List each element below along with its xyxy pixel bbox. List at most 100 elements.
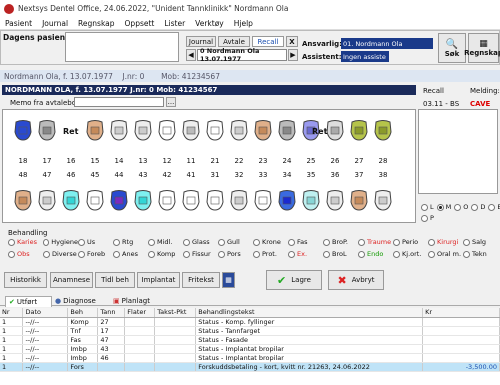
tab-utfort[interactable]: ✔ Utført bbox=[5, 296, 52, 307]
anamnese-button[interactable]: Anamnese bbox=[50, 272, 93, 288]
column-header[interactable]: Kr bbox=[422, 308, 500, 318]
behandling-option[interactable]: BroL bbox=[323, 250, 358, 258]
ansvarlig-select[interactable]: 01. Nordmann Ola bbox=[341, 38, 433, 49]
behandling-option[interactable]: Foreb bbox=[78, 250, 113, 258]
behandling-option[interactable]: Ex. bbox=[288, 250, 323, 258]
tooth-38[interactable] bbox=[373, 190, 393, 211]
notes-panel[interactable] bbox=[418, 109, 498, 194]
tooth-15[interactable] bbox=[85, 120, 105, 141]
behandling-option[interactable]: Prot. bbox=[253, 250, 288, 258]
menu-lister[interactable]: Lister bbox=[159, 19, 190, 28]
calendar-button[interactable]: ▦ bbox=[222, 272, 235, 288]
tab-diagnose[interactable]: ● Diagnose bbox=[55, 297, 96, 305]
tooth-44[interactable] bbox=[109, 190, 129, 211]
behandling-option[interactable]: Kirurgi bbox=[428, 238, 463, 246]
fritekst-button[interactable]: Fritekst bbox=[182, 272, 220, 288]
tooth-23[interactable] bbox=[253, 120, 273, 141]
tooth-41[interactable] bbox=[181, 190, 201, 211]
assistent-select[interactable]: Ingen assiste bbox=[341, 51, 389, 62]
behandling-option[interactable]: Perio bbox=[393, 238, 428, 246]
menu-verktoy[interactable]: Verktøy bbox=[190, 19, 229, 28]
behandling-option[interactable]: Rtg bbox=[113, 238, 148, 246]
behandling-option[interactable]: Us bbox=[78, 238, 113, 246]
behandling-option[interactable]: Gull bbox=[218, 238, 253, 246]
tooth-35[interactable] bbox=[301, 190, 321, 211]
sok-button[interactable]: 🔍 Søk bbox=[438, 33, 466, 63]
menu-journal[interactable]: Journal bbox=[37, 19, 73, 28]
behandling-option[interactable]: Hygiene bbox=[43, 238, 78, 246]
tab-journal[interactable]: Journal bbox=[186, 36, 216, 47]
tooth-27[interactable] bbox=[349, 120, 369, 141]
tooth-45[interactable] bbox=[85, 190, 105, 211]
column-header[interactable]: Takst-Pkt bbox=[154, 308, 197, 318]
tooth-42[interactable] bbox=[157, 190, 177, 211]
column-header[interactable]: Beh bbox=[67, 308, 99, 318]
tooth-43[interactable] bbox=[133, 190, 153, 211]
tooth-26[interactable] bbox=[325, 120, 345, 141]
behandling-option[interactable]: Tekn bbox=[463, 250, 498, 258]
tooth-34[interactable] bbox=[277, 190, 297, 211]
behandling-option[interactable]: BroP. bbox=[323, 238, 358, 246]
behandling-option[interactable]: Diverse bbox=[43, 250, 78, 258]
surface-b[interactable]: B bbox=[488, 203, 500, 211]
dagens-pasienter-list[interactable] bbox=[65, 32, 179, 62]
surface-o[interactable]: O bbox=[454, 203, 468, 211]
tab-avtale[interactable]: Avtale bbox=[218, 36, 250, 47]
behandling-option[interactable]: Anes bbox=[113, 250, 148, 258]
behandling-option[interactable]: Fissur bbox=[183, 250, 218, 258]
close-tab-button[interactable]: X bbox=[286, 36, 298, 47]
surface-l[interactable]: L bbox=[421, 203, 434, 211]
tooth-47[interactable] bbox=[37, 190, 57, 211]
prev-patient-button[interactable]: ◀ bbox=[186, 49, 196, 61]
tooth-11[interactable] bbox=[181, 120, 201, 141]
tooth-17[interactable] bbox=[37, 120, 57, 141]
table-row[interactable]: 1 --//-- Imbp 46 Status - Implantat bropilar bbox=[0, 353, 500, 363]
tooth-18[interactable] bbox=[13, 120, 33, 141]
tooth-24[interactable] bbox=[277, 120, 297, 141]
tooth-33[interactable] bbox=[253, 190, 273, 211]
tab-planlagt[interactable]: ▣ Planlagt bbox=[113, 297, 150, 305]
lagre-button[interactable]: ✔ Lagre bbox=[266, 270, 322, 290]
behandling-option[interactable]: Salg bbox=[463, 238, 498, 246]
column-header[interactable]: Behandlingstekst bbox=[195, 308, 424, 318]
surface-p[interactable]: P bbox=[421, 214, 434, 222]
implantat-button[interactable]: Implantat bbox=[137, 272, 180, 288]
patient-select[interactable]: 0 Nordmann Ola 13.07.1977 bbox=[197, 47, 287, 63]
tooth-36[interactable] bbox=[325, 190, 345, 211]
table-row[interactable]: 1 --//-- Imbp 43 Status - Implantat bropilar bbox=[0, 344, 500, 354]
column-header[interactable]: Dato bbox=[22, 308, 69, 318]
behandling-option[interactable]: Pors bbox=[218, 250, 253, 258]
table-row[interactable]: 1 --//-- Komp 27 Status - Komp. fyllinger bbox=[0, 317, 500, 327]
column-header[interactable]: Flater bbox=[124, 308, 156, 318]
memo-more-button[interactable]: ... bbox=[166, 97, 176, 107]
tooth-37[interactable] bbox=[349, 190, 369, 211]
menu-oppsett[interactable]: Oppsett bbox=[120, 19, 160, 28]
regnskap-button[interactable]: ▦ Regnskap bbox=[464, 33, 500, 63]
behandling-option[interactable]: Midl. bbox=[148, 238, 183, 246]
tooth-22[interactable] bbox=[229, 120, 249, 141]
behandling-option[interactable]: Krone bbox=[253, 238, 288, 246]
tooth-46[interactable] bbox=[61, 190, 81, 211]
surface-m[interactable]: M bbox=[436, 203, 451, 211]
tidl-beh-button[interactable]: Tidl beh bbox=[95, 272, 135, 288]
avbryt-button[interactable]: ✖ Avbryt bbox=[328, 270, 384, 290]
surface-d[interactable]: D bbox=[471, 203, 485, 211]
behandling-option[interactable]: Kj.ort. bbox=[393, 250, 428, 258]
behandling-option[interactable]: Komp bbox=[148, 250, 183, 258]
behandling-option[interactable]: Endo bbox=[358, 250, 393, 258]
tooth-13[interactable] bbox=[133, 120, 153, 141]
table-row[interactable]: 1 --//-- Tnf 17 Status - Tannfarget bbox=[0, 326, 500, 336]
tooth-31[interactable] bbox=[205, 190, 225, 211]
behandling-option[interactable]: Oral m. bbox=[428, 250, 463, 258]
memo-select[interactable] bbox=[74, 97, 164, 107]
tooth-28[interactable] bbox=[373, 120, 393, 141]
next-patient-button[interactable]: ▶ bbox=[288, 49, 298, 61]
tab-recall[interactable]: Recall bbox=[252, 36, 284, 47]
tooth-48[interactable] bbox=[13, 190, 33, 211]
behandling-option[interactable]: Traume bbox=[358, 238, 393, 246]
menu-hjelp[interactable]: Hjelp bbox=[229, 19, 258, 28]
historikk-button[interactable]: Historikk bbox=[4, 272, 47, 288]
column-header[interactable]: Nr bbox=[0, 308, 24, 318]
behandling-option[interactable]: Fas bbox=[288, 238, 323, 246]
tooth-21[interactable] bbox=[205, 120, 225, 141]
